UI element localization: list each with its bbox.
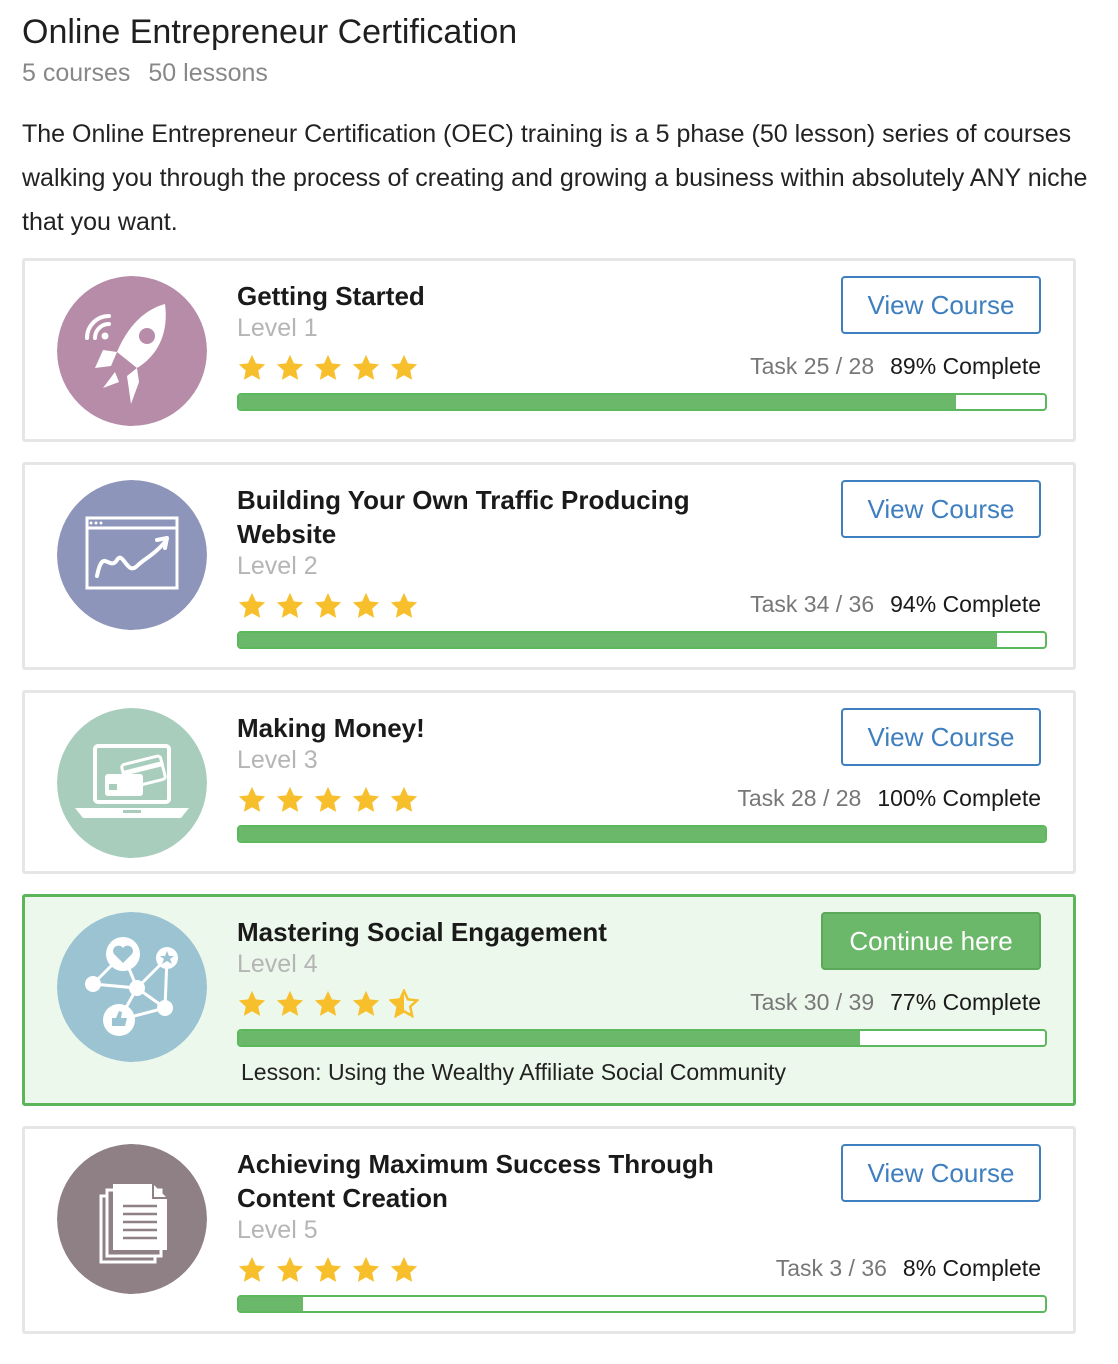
course-card-content-creation: Achieving Maximum Success Through Conten… — [22, 1126, 1076, 1334]
course-title: Building Your Own Traffic Producing Webs… — [237, 485, 690, 549]
course-level: Level 2 — [237, 552, 318, 580]
star-full-icon — [276, 786, 304, 812]
star-full-icon — [276, 592, 304, 618]
course-meta: 5 courses 50 lessons — [22, 58, 268, 88]
star-full-icon — [314, 786, 342, 812]
rating-stars — [237, 785, 427, 815]
social-network-icon — [57, 912, 207, 1062]
star-full-icon — [314, 1256, 342, 1282]
course-title: Making Money! — [237, 713, 425, 743]
star-full-icon — [238, 1256, 266, 1282]
progress-bar — [237, 631, 1047, 649]
progress-fill — [239, 1031, 860, 1045]
course-level: Level 3 — [237, 746, 318, 774]
star-full-icon — [390, 786, 418, 812]
star-full-icon — [352, 592, 380, 618]
continue-here-button[interactable]: Continue here — [821, 912, 1041, 970]
documents-icon — [57, 1144, 207, 1294]
progress-bar — [237, 1295, 1047, 1313]
course-card-making-money: Making Money! Level 3 Task 28 / 28 100% C… — [22, 690, 1076, 874]
progress-bar — [237, 825, 1047, 843]
task-progress-text: Task 25 / 28 89% Complete — [750, 351, 1041, 381]
view-course-button[interactable]: View Course — [841, 1144, 1041, 1202]
intro-text: The Online Entrepreneur Certification (O… — [22, 120, 1088, 236]
task-progress-text: Task 34 / 36 94% Complete — [750, 589, 1041, 619]
current-lesson-link[interactable]: Lesson: Using the Wealthy Affiliate Soci… — [241, 1057, 786, 1087]
task-progress-text: Task 28 / 28 100% Complete — [737, 783, 1041, 813]
course-level: Level 4 — [237, 950, 318, 978]
star-full-icon — [390, 1256, 418, 1282]
task-count: Task 28 / 28 — [737, 785, 862, 811]
course-level: Level 1 — [237, 314, 318, 342]
task-count: Task 34 / 36 — [750, 591, 875, 617]
star-full-icon — [390, 354, 418, 380]
course-level: Level 5 — [237, 1216, 318, 1244]
star-full-icon — [238, 990, 266, 1016]
rating-stars — [237, 591, 427, 621]
progress-bar — [237, 1029, 1047, 1047]
task-count: Task 25 / 28 — [750, 353, 875, 379]
rating-stars — [237, 1255, 427, 1285]
star-half-icon — [389, 989, 419, 1019]
star-full-icon — [238, 354, 266, 380]
rating-stars — [237, 989, 427, 1019]
view-course-button[interactable]: View Course — [841, 480, 1041, 538]
lessons-count: 50 lessons — [148, 59, 268, 87]
star-full-icon — [314, 990, 342, 1016]
percent-complete: 100% Complete — [877, 785, 1041, 811]
progress-fill — [239, 827, 1045, 841]
star-full-icon — [390, 592, 418, 618]
courses-count: 5 courses — [22, 59, 131, 87]
star-full-icon — [352, 354, 380, 380]
progress-fill — [239, 633, 997, 647]
task-progress-text: Task 3 / 36 8% Complete — [776, 1253, 1041, 1283]
star-full-icon — [352, 1256, 380, 1282]
percent-complete: 8% Complete — [902, 1255, 1041, 1281]
progress-fill — [239, 1297, 304, 1311]
course-title: Getting Started — [237, 281, 425, 311]
progress-fill — [239, 395, 957, 409]
star-full-icon — [276, 1256, 304, 1282]
rocket-icon — [57, 276, 207, 426]
course-card-getting-started: Getting Started Level 1 Task 25 / 28 89% … — [22, 258, 1076, 442]
percent-complete: 94% Complete — [890, 591, 1041, 617]
task-count: Task 3 / 36 — [775, 1255, 887, 1281]
course-card-building-website: Building Your Own Traffic Producing Webs… — [22, 462, 1076, 670]
website-chart-icon — [57, 480, 207, 630]
percent-complete: 77% Complete — [890, 989, 1041, 1015]
page-title: Online Entrepreneur Certification — [22, 13, 518, 51]
percent-complete: 89% Complete — [890, 353, 1041, 379]
course-title: Achieving Maximum Success Through Conten… — [237, 1149, 714, 1213]
progress-bar — [237, 393, 1047, 411]
laptop-credit-card-icon — [57, 708, 207, 858]
task-count: Task 30 / 39 — [750, 989, 875, 1015]
view-course-button[interactable]: View Course — [841, 276, 1041, 334]
rating-stars — [237, 353, 427, 383]
course-title: Mastering Social Engagement — [237, 917, 607, 947]
star-full-icon — [238, 786, 266, 812]
star-full-icon — [314, 354, 342, 380]
star-full-icon — [276, 990, 304, 1016]
view-course-button[interactable]: View Course — [841, 708, 1041, 766]
star-full-icon — [314, 592, 342, 618]
course-card-social-engagement: Mastering Social Engagement Level 4 Task… — [22, 894, 1076, 1106]
star-full-icon — [238, 592, 266, 618]
star-full-icon — [352, 786, 380, 812]
task-progress-text: Task 30 / 39 77% Complete — [750, 987, 1041, 1017]
star-full-icon — [352, 990, 380, 1016]
star-full-icon — [276, 354, 304, 380]
